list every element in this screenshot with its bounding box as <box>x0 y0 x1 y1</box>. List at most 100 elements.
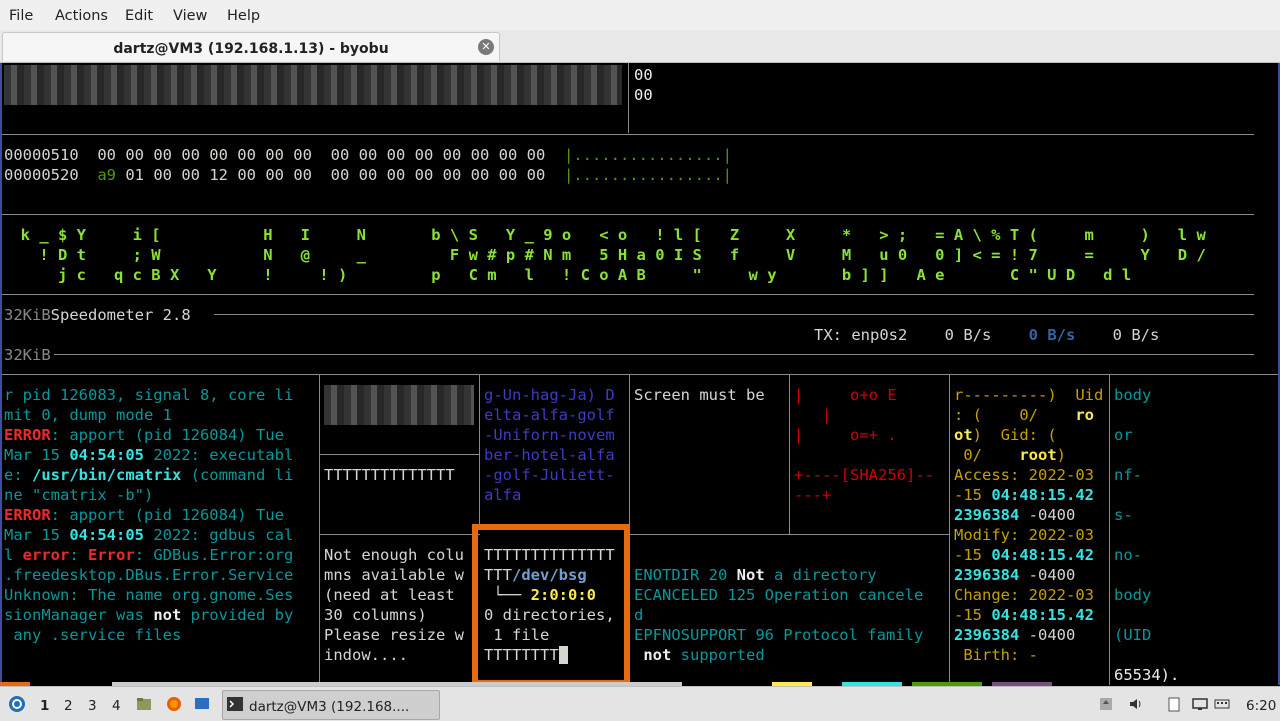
terminal-tab[interactable]: dartz@VM3 (192.168.1.13) - byobu ✕ <box>2 32 500 61</box>
menu-file[interactable]: File <box>9 6 33 26</box>
menu-edit[interactable]: Edit <box>125 6 153 26</box>
desktop-icon[interactable] <box>194 696 210 712</box>
terminal-area[interactable]: 00 00 00000510 00 00 00 00 00 00 00 00 0… <box>0 63 1280 685</box>
log-line: ne "cmatrix -b") <box>4 486 154 504</box>
errno-line: d <box>634 606 644 624</box>
log-line: l error: Error: GDBus.Error:org <box>4 546 294 564</box>
stat-line: Birth: - <box>954 646 1038 664</box>
updates-icon[interactable] <box>1098 696 1114 712</box>
pane-divider <box>789 375 790 535</box>
screen-message: Screen must be <box>634 386 765 404</box>
body-line: body <box>1114 386 1152 404</box>
keyboard-icon[interactable] <box>1214 696 1230 712</box>
blurred-region <box>4 65 622 105</box>
stat-line: 2396384 -0400 <box>954 626 1076 644</box>
workspace-1[interactable]: 1 <box>40 696 49 716</box>
pane-divider <box>949 375 950 685</box>
stat-line: -15 04:48:15.42 <box>954 486 1094 504</box>
nato-line: g-Un-hag-Ja) D <box>484 386 615 404</box>
pane-divider <box>2 134 1254 135</box>
body-line: 65534). <box>1114 666 1180 684</box>
errno-line: ECANCELED 125 Operation cancele <box>634 586 924 604</box>
log-line: ERROR: apport (pid 126084) Tue <box>4 426 284 444</box>
clock: 6:20 <box>1246 698 1277 714</box>
workspace-2[interactable]: 2 <box>64 696 73 716</box>
taskbar-terminal-button[interactable]: dartz@VM3 (192.168.... <box>222 690 440 720</box>
log-line: r pid 126083, signal 8, core li <box>4 386 294 404</box>
pane-divider <box>319 375 320 685</box>
matrix-row: k _ $ Y i [ H I N b \ S Y _ 9 o < o ! l … <box>2 226 1206 244</box>
nato-line: alfa <box>484 486 522 504</box>
pane-divider <box>479 375 480 525</box>
clipboard-icon[interactable] <box>1166 696 1182 712</box>
resize-line: indow.... <box>324 646 408 664</box>
speedometer-line <box>214 314 1254 315</box>
body-line: or <box>1114 426 1133 444</box>
nato-line: ber-hotel-alfa <box>484 446 615 464</box>
menu-actions[interactable]: Actions <box>55 6 108 26</box>
nato-pane: g-Un-hag-Ja) D elta-alfa-golf -Uniforn-n… <box>484 385 629 525</box>
log-line: .freedesktop.DBus.Error.Service <box>4 566 294 584</box>
stat-line: ot) Gid: ( <box>954 426 1057 444</box>
tab-bar: dartz@VM3 (192.168.1.13) - byobu ✕ <box>0 30 1280 63</box>
sha-line: +----[SHA256]-- <box>794 466 934 484</box>
body-line: body <box>1114 586 1152 604</box>
resize-message-pane: Not enough colu mns available w (need at… <box>324 545 479 685</box>
resize-line: Not enough colu <box>324 546 464 564</box>
taskbar-terminal-label: dartz@VM3 (192.168.... <box>249 699 410 715</box>
hex-top-right-2: 00 <box>634 86 653 104</box>
volume-icon[interactable] <box>1128 696 1144 712</box>
stat-line: 0/ root) <box>954 446 1066 464</box>
pane-divider <box>320 454 479 455</box>
hexdump-line: 00000520 a9 01 00 00 12 00 00 00 00 00 0… <box>4 166 732 184</box>
menu-help[interactable]: Help <box>227 6 260 26</box>
nato-line: elta-alfa-golf <box>484 406 615 424</box>
speedometer-header: 32KiBSpeedometer 2.8 <box>4 306 191 324</box>
pane-divider <box>628 63 629 133</box>
pane-divider <box>2 214 1254 215</box>
hex-top-right-1: 00 <box>634 66 653 84</box>
man-page-pane: body or nf- s- no- body (UID 65534). <box>1114 385 1254 685</box>
log-line: e: /usr/bin/cmatrix (command li <box>4 466 294 484</box>
file-manager-icon[interactable] <box>136 696 152 712</box>
workspace-3[interactable]: 3 <box>88 696 97 716</box>
terminal-icon <box>227 697 243 711</box>
resize-line: Please resize w <box>324 626 464 644</box>
matrix-row: ! D t ; W N @ _ F w # p # N m 5 H a 0 I … <box>2 246 1206 264</box>
errno-line: EPFNOSUPPORT 96 Protocol family <box>634 626 924 644</box>
body-line: nf- <box>1114 466 1142 484</box>
active-pane-border <box>472 524 630 686</box>
sha-line: | o=+ . <box>794 426 897 444</box>
stat-line: Access: 2022-03 <box>954 466 1094 484</box>
workspace-4[interactable]: 4 <box>112 696 121 716</box>
log-line: Mar 15 04:54:05 2022: gdbus cal <box>4 526 294 544</box>
firefox-icon[interactable] <box>166 696 182 712</box>
sha-line: | <box>794 406 832 424</box>
matrix-row: j c q c B X Y ! ! ) p C m l ! C o A B " … <box>2 266 1132 284</box>
stat-line: Change: 2022-03 <box>954 586 1094 604</box>
pane-divider <box>2 294 1254 295</box>
start-menu-icon[interactable] <box>8 695 26 713</box>
stat-line: : ( 0/ ro <box>954 406 1094 424</box>
network-icon[interactable] <box>1192 696 1208 712</box>
body-line: (UID <box>1114 626 1152 644</box>
log-line: ERROR: apport (pid 126084) Tue <box>4 506 284 524</box>
stat-line: -15 04:48:15.42 <box>954 606 1094 624</box>
close-icon[interactable]: ✕ <box>478 39 494 55</box>
log-line: Unknown: The name org.gnome.Ses <box>4 586 294 604</box>
sha-line: ---+ <box>794 486 832 504</box>
resize-line: (need at least <box>324 586 455 604</box>
log-line: mit 0, dump mode 1 <box>4 406 172 424</box>
pane-divider <box>1109 375 1110 685</box>
stat-pane: r---------) Uid : ( 0/ ro ot) Gid: ( 0/ … <box>954 385 1109 685</box>
tx-readout: TX: enp0s2 0 B/s 0 B/s 0 B/s <box>814 326 1160 344</box>
menu-view[interactable]: View <box>173 6 207 26</box>
nato-line: -golf-Juliett- <box>484 466 615 484</box>
stat-line: r---------) Uid <box>954 386 1104 404</box>
menu-bar: File Actions Edit View Help <box>0 0 1280 30</box>
nato-line: -Uniforn-novem <box>484 426 615 444</box>
tab-title: dartz@VM3 (192.168.1.13) - byobu <box>113 41 389 57</box>
log-line: sionManager was not provided by <box>4 606 294 624</box>
sha-line: | o+o E <box>794 386 897 404</box>
errno-line: not supported <box>643 646 765 664</box>
